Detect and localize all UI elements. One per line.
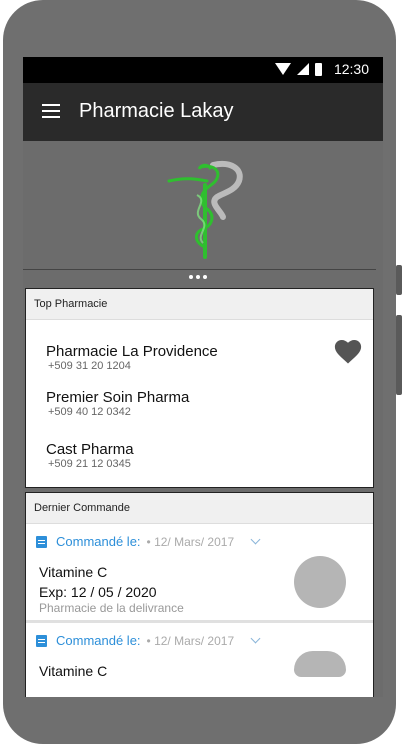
pharmacy-name: Premier Soin Pharma [46,389,190,406]
chevron-down-icon[interactable] [250,534,261,545]
chevron-down-icon[interactable] [250,633,261,644]
pharmacy-phone: +509 31 20 1204 [48,360,131,372]
product-name: Vitamine C [39,663,108,679]
recent-orders-header: Dernier Commande [26,493,373,524]
app-bar: Pharmacie Lakay [23,83,383,141]
order-pharmacy: Pharmacie de la delivrance [39,601,184,615]
wifi-icon [274,63,291,75]
heart-icon[interactable] [333,337,363,365]
document-icon [36,535,47,548]
order-date: • 12/ Mars/ 2017 [146,633,235,648]
hamburger-menu-icon[interactable] [42,104,60,118]
battery-icon [314,62,322,76]
top-pharmacies-header: Top Pharmacie [26,289,373,320]
app-title: Pharmacie Lakay [79,100,234,122]
power-button [396,315,402,395]
document-icon [36,634,47,647]
recent-orders-card: Dernier Commande Commandé le: • 12/ Mars… [25,492,374,697]
pharmacy-phone: +509 40 12 0342 [48,406,131,418]
pharmacy-item[interactable]: Pharmacie La Providence +509 31 20 1204 [46,343,218,372]
order-date: • 12/ Mars/ 2017 [146,534,235,549]
hero-divider [23,269,376,270]
product-image [294,651,346,677]
more-dots-icon[interactable] [189,275,207,279]
order-item[interactable]: Commandé le: • 12/ Mars/ 2017 Vitamine C… [26,524,373,620]
signal-icon [296,63,309,75]
pharmacy-name: Cast Pharma [46,441,134,458]
pharmacy-name: Pharmacie La Providence [46,343,218,360]
order-item[interactable]: Commandé le: • 12/ Mars/ 2017 Vitamine C [26,623,373,697]
status-bar: 12:30 [23,57,383,83]
product-name: Vitamine C [39,564,108,580]
volume-button [396,265,402,295]
status-time: 12:30 [333,61,369,77]
app-screen: 12:30 Pharmacie Lakay Top Pharmacie Phar… [23,57,383,697]
caduceus-logo-icon [167,161,243,259]
pharmacy-phone: +509 21 12 0345 [48,458,131,470]
top-pharmacies-card: Top Pharmacie Pharmacie La Providence +5… [25,288,374,488]
order-label: Commandé le: [56,534,141,549]
hero-banner [23,141,383,279]
pharmacy-item[interactable]: Cast Pharma +509 21 12 0345 [46,441,134,470]
order-label: Commandé le: [56,633,141,648]
expiry-date: Exp: 12 / 05 / 2020 [39,584,157,600]
pharmacy-item[interactable]: Premier Soin Pharma +509 40 12 0342 [46,389,189,418]
product-image [294,556,346,608]
